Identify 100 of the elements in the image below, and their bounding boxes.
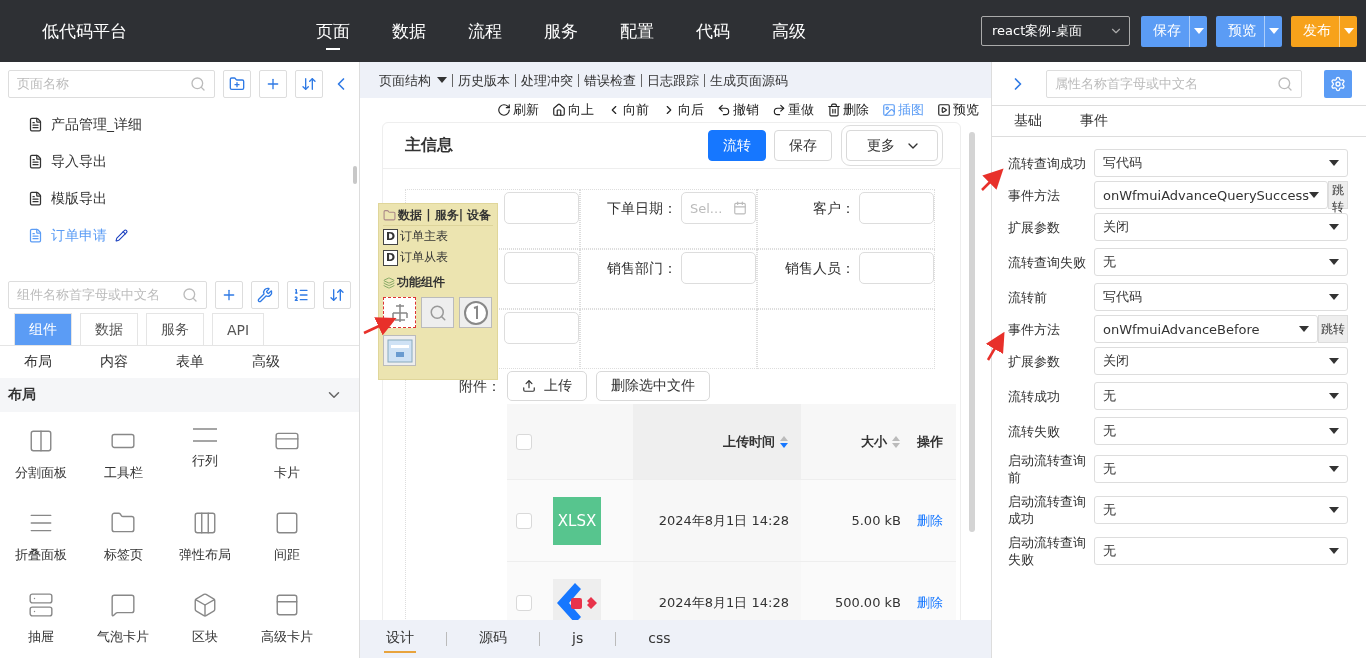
editor-tab[interactable]: js [570,626,586,652]
panel-tab[interactable]: 服务 [146,313,204,345]
nav-tab[interactable]: 页面 [297,0,369,62]
component-item[interactable]: 行列 [164,420,246,502]
nav-tab[interactable]: 数据 [373,0,445,62]
toolbar-button[interactable]: 向前 [607,101,649,119]
add-button[interactable] [259,70,287,98]
property-tab[interactable]: 基础 [1014,112,1042,130]
editor-tab[interactable]: 源码 [477,625,509,653]
component-item[interactable]: 标签页 [82,502,164,584]
property-select[interactable]: 无 [1094,496,1348,524]
card-button[interactable]: 流转 [708,130,766,161]
component-item[interactable]: 折叠面板 [0,502,82,584]
property-select[interactable]: 关闭 [1094,213,1348,241]
component-item[interactable]: 分割面板 [0,420,82,502]
property-select[interactable]: 无 [1094,455,1348,483]
section-header[interactable]: 布局 [0,378,359,412]
checkbox[interactable] [516,512,532,529]
property-select[interactable]: 写代码 [1094,149,1348,177]
menu-item[interactable]: 日志跟踪 [641,73,704,87]
component-item[interactable]: 区块 [164,584,246,658]
jump-button[interactable]: 跳转 [1318,315,1348,343]
menu-item[interactable]: 生成页面源码 [704,73,793,87]
palette-item[interactable]: D 订单主表 [383,226,493,247]
category-tab[interactable]: 高级 [252,353,280,371]
nav-tab[interactable]: 代码 [677,0,749,62]
text-field[interactable] [859,252,934,284]
add-button[interactable] [215,281,243,309]
sort-button[interactable] [295,70,323,98]
settings-button[interactable] [1324,69,1352,98]
toolbar-button[interactable]: 删除 [827,101,869,119]
nav-tab[interactable]: 服务 [525,0,597,62]
menu-item[interactable]: 历史版本 [452,73,515,87]
category-tab[interactable]: 表单 [176,353,204,371]
sort-icon[interactable] [779,434,789,449]
property-select[interactable]: onWfmuiAdvanceBefore [1094,315,1318,343]
menu-item[interactable]: 错误检查 [578,73,641,87]
page-item[interactable]: 导入导出 [28,143,359,180]
toolbar-button[interactable]: 撤销 [717,101,759,119]
toolbar-button[interactable]: 重做 [772,101,814,119]
sort-button[interactable] [323,281,351,309]
pencil-icon[interactable] [115,229,128,242]
toolbar-button[interactable]: 刷新 [497,101,539,119]
component-item[interactable]: 抽屉 [0,584,82,658]
delete-selected-button[interactable]: 删除选中文件 [596,371,710,401]
property-select[interactable]: 无 [1094,417,1348,445]
property-select[interactable]: 无 [1094,248,1348,276]
delete-link[interactable]: 删除 [917,593,943,612]
text-field[interactable] [504,192,579,224]
upload-button[interactable]: 上传 [507,371,587,401]
component-item[interactable]: 弹性布局 [164,502,246,584]
checkbox[interactable] [516,594,532,611]
add-folder-button[interactable] [223,70,251,98]
palette-tool[interactable] [459,297,492,328]
property-select[interactable]: 写代码 [1094,283,1348,311]
property-select[interactable]: onWfmuiAdvanceQuerySuccess [1094,181,1328,209]
page-item[interactable]: 模版导出 [28,180,359,217]
menu-item[interactable]: 处理冲突 [515,73,578,87]
checkbox[interactable] [516,433,532,450]
palette-tool[interactable] [421,297,454,328]
component-item[interactable]: 工具栏 [82,420,164,502]
component-item[interactable]: 间距 [246,502,328,584]
delete-link[interactable]: 删除 [917,511,943,530]
property-select[interactable]: 关闭 [1094,347,1348,375]
component-item[interactable]: 卡片 [246,420,328,502]
property-label: 扩展参数 [1008,352,1061,370]
panel-tab[interactable]: 数据 [80,313,138,345]
text-field[interactable] [859,192,934,224]
editor-tab[interactable]: 设计 [384,625,416,653]
property-tab[interactable]: 事件 [1080,112,1108,130]
palette-item[interactable]: D 订单从表 [383,247,493,268]
palette-tool[interactable] [383,297,416,328]
nav-tab[interactable]: 配置 [601,0,673,62]
category-tab[interactable]: 布局 [24,353,52,371]
project-select[interactable]: react案例-桌面 [981,16,1130,46]
component-item[interactable]: 高级卡片 [246,584,328,658]
toolbar-button[interactable]: 向上 [552,101,594,119]
property-select[interactable]: 无 [1094,382,1348,410]
column-header[interactable]: 大小 [801,404,913,479]
text-field[interactable] [504,252,579,284]
column-header[interactable]: 上传时间 [633,404,801,479]
wrench-button[interactable] [251,281,279,309]
card-button[interactable]: 保存 [774,130,832,161]
structure-menu[interactable]: 页面结构 [374,73,452,87]
palette-tool[interactable] [383,335,416,366]
editor-tab[interactable]: css [646,626,673,652]
panel-tab[interactable]: API [212,313,265,345]
property-select[interactable]: 无 [1094,537,1348,565]
speech-bubble-icon [110,592,136,618]
component-item[interactable]: 气泡卡片 [82,584,164,658]
text-field[interactable] [504,312,579,344]
page-item[interactable]: 产品管理_详细 [28,106,359,143]
toolbar-button[interactable]: 预览 [937,101,979,119]
nav-tab[interactable]: 流程 [449,0,521,62]
category-tab[interactable]: 内容 [100,353,128,371]
sort-icon[interactable] [891,434,901,449]
nav-tab[interactable]: 高级 [753,0,825,62]
list-button[interactable] [287,281,315,309]
text-field[interactable] [681,252,756,284]
toolbar-button[interactable]: 向后 [662,101,704,119]
